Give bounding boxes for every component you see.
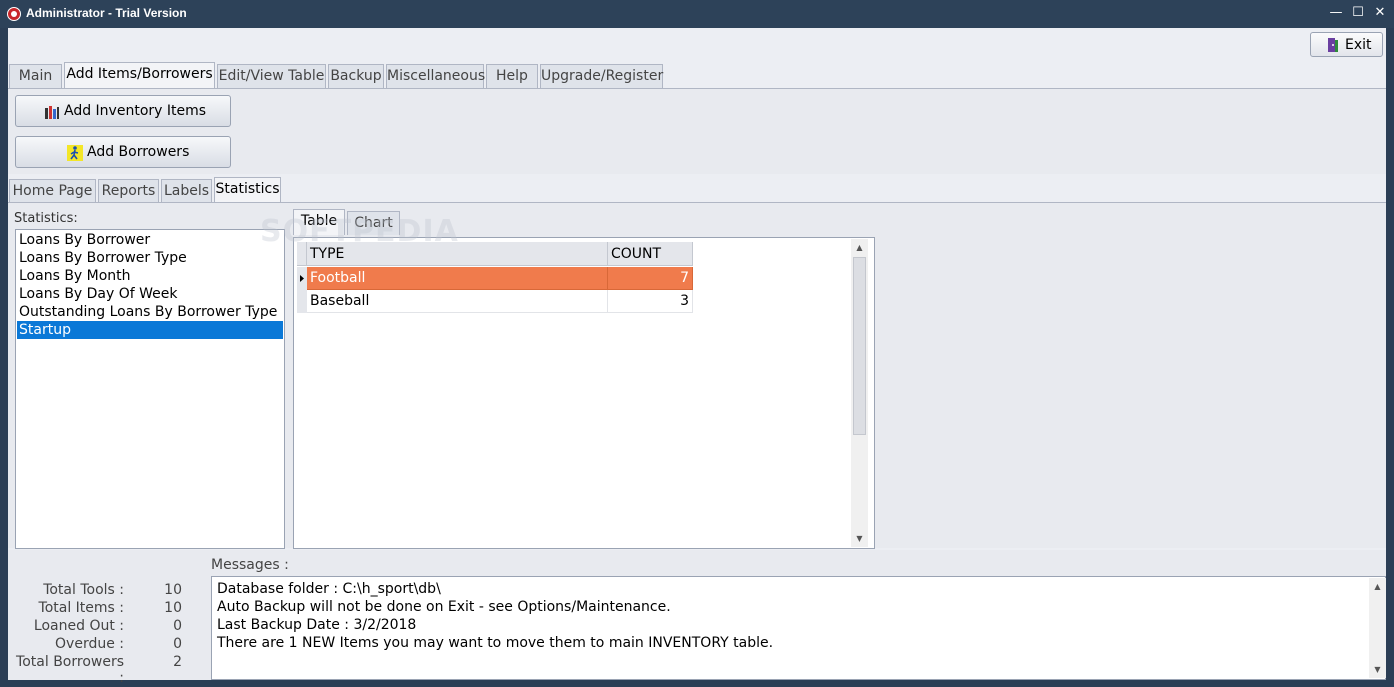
row-pointer-icon (300, 275, 304, 282)
table-cell-type[interactable]: Football (307, 267, 608, 290)
summary-value: 2 (173, 654, 182, 670)
message-line: Last Backup Date : 3/2/2018 (217, 617, 417, 633)
close-button[interactable]: ✕ (1370, 3, 1390, 23)
table-cell-type[interactable]: Baseball (307, 290, 608, 313)
scroll-up-icon[interactable]: ▲ (1369, 578, 1386, 595)
grid-scrollbar[interactable]: ▲ ▼ (851, 239, 868, 547)
summary-label: Total Tools : (43, 582, 124, 598)
list-item[interactable]: Loans By Day Of Week (17, 285, 283, 303)
statistics-label: Statistics: (14, 211, 78, 226)
person-walking-icon (67, 145, 83, 161)
tab-edit-view-table[interactable]: Edit/View Table (217, 64, 326, 88)
scroll-thumb[interactable] (853, 257, 866, 435)
list-item[interactable]: Outstanding Loans By Borrower Type (17, 303, 283, 321)
summary-label: Loaned Out : (33, 618, 124, 634)
list-item[interactable]: Loans By Month (17, 267, 283, 285)
add-items-panel: Add Inventory Items Add Borrowers (8, 88, 1386, 174)
summary-value: 0 (173, 618, 182, 634)
scroll-down-icon[interactable]: ▼ (851, 530, 868, 547)
add-inventory-label: Add Inventory Items (64, 103, 207, 119)
exit-button[interactable]: Exit (1310, 32, 1383, 57)
exit-label: Exit (1345, 37, 1372, 53)
add-borrowers-label: Add Borrowers (87, 144, 190, 160)
message-line: There are 1 NEW Items you may want to mo… (217, 635, 774, 651)
app-window: Administrator - Trial Version — ☐ ✕ Exit… (0, 0, 1394, 687)
list-item-selected[interactable]: Startup (17, 321, 283, 339)
app-logo-icon (7, 7, 21, 21)
client-area: Exit Main Add Items/Borrowers Edit/View … (8, 28, 1386, 686)
status-panel: Messages : Total Tools : 10 Total Items … (8, 550, 1386, 686)
summary-value: 10 (164, 582, 182, 598)
minimize-button[interactable]: — (1326, 3, 1346, 23)
summary-label: Overdue : (55, 636, 124, 652)
summary-value: 0 (173, 636, 182, 652)
maximize-button[interactable]: ☐ (1348, 3, 1368, 23)
tab-main[interactable]: Main (9, 64, 62, 88)
main-tab-bar: Main Add Items/Borrowers Edit/View Table… (9, 62, 669, 88)
list-item[interactable]: Loans By Borrower (17, 231, 283, 249)
tab-statistics[interactable]: Statistics (214, 177, 281, 203)
tab-reports[interactable]: Reports (98, 179, 159, 203)
summary-value: 10 (164, 600, 182, 616)
messages-label: Messages : (211, 557, 289, 573)
books-icon (45, 106, 59, 119)
tab-home-page[interactable]: Home Page (9, 179, 96, 203)
title-bar[interactable]: Administrator - Trial Version — ☐ ✕ (0, 0, 1394, 28)
add-borrowers-button[interactable]: Add Borrowers (15, 136, 231, 168)
table-cell-count[interactable]: 3 (608, 290, 693, 313)
statistics-panel: Statistics: Loans By Borrower Loans By B… (8, 202, 1386, 549)
statistics-list[interactable]: Loans By Borrower Loans By Borrower Type… (15, 229, 285, 549)
message-line: Database folder : C:\h_sport\db\ (217, 581, 441, 597)
message-line: Auto Backup will not be done on Exit - s… (217, 599, 671, 615)
messages-box[interactable]: Database folder : C:\h_sport\db\ Auto Ba… (211, 576, 1386, 680)
statistics-grid: TYPE COUNT Football 7 Baseball 3 ▲ ▼ (293, 237, 875, 549)
summary-label: Total Borrowers : (16, 654, 124, 686)
tab-labels[interactable]: Labels (161, 179, 212, 203)
add-inventory-items-button[interactable]: Add Inventory Items (15, 95, 231, 127)
summary-label: Total Items : (38, 600, 124, 616)
tab-upgrade-register[interactable]: Upgrade/Register (540, 64, 663, 88)
column-header-count[interactable]: COUNT (608, 242, 693, 266)
tab-miscellaneous[interactable]: Miscellaneous (386, 64, 485, 88)
tab-backup[interactable]: Backup (328, 64, 384, 88)
messages-scrollbar[interactable]: ▲ ▼ (1369, 578, 1386, 678)
summary-box: Total Tools : 10 Total Items : 10 Loaned… (8, 576, 208, 686)
scroll-down-icon[interactable]: ▼ (1369, 661, 1386, 678)
scroll-up-icon[interactable]: ▲ (851, 239, 868, 256)
row-indicator (297, 267, 307, 290)
watermark: SOFTPEDIA (260, 214, 459, 249)
exit-door-icon (1328, 38, 1338, 52)
row-indicator (297, 290, 307, 313)
list-item[interactable]: Loans By Borrower Type (17, 249, 283, 267)
tab-help[interactable]: Help (486, 64, 538, 88)
tab-add-items-borrowers[interactable]: Add Items/Borrowers (64, 62, 215, 88)
table-cell-count[interactable]: 7 (608, 267, 693, 290)
sub-tab-bar: Home Page Reports Labels Statistics (9, 177, 289, 203)
window-title: Administrator - Trial Version (26, 6, 187, 20)
